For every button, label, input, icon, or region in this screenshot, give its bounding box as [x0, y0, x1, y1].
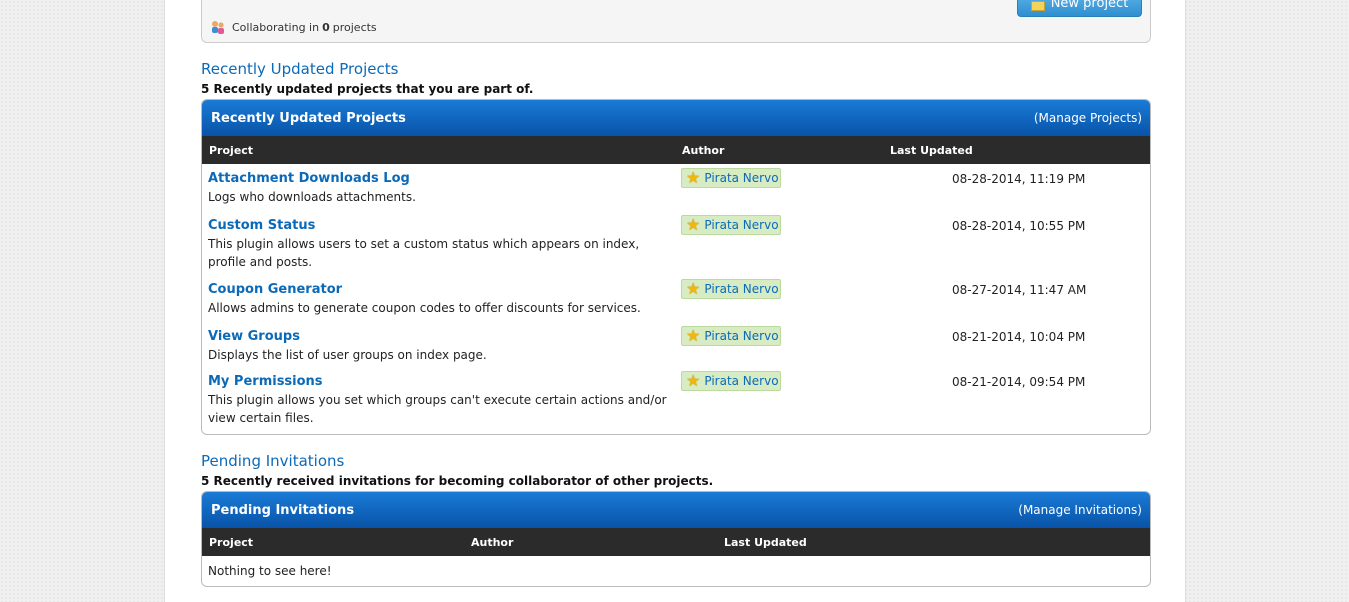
last-updated: 08-28-2014, 11:19 PM — [952, 172, 1086, 186]
project-link[interactable]: My Permissions — [208, 374, 323, 389]
page-content: Collaborating in 0 projects New project … — [164, 0, 1186, 602]
author-badge[interactable]: ★ Pirata Nervo — [681, 279, 781, 299]
project-description: Displays the list of user groups on inde… — [208, 348, 487, 362]
table-row: Attachment Downloads Log Logs who downlo… — [202, 164, 1150, 211]
pending-table-title: Pending Invitations — [211, 502, 355, 518]
author-badge[interactable]: ★ Pirata Nervo — [681, 215, 781, 235]
project-description: This plugin allows you set which groups … — [208, 393, 667, 425]
col-project: Project — [209, 144, 254, 157]
project-link[interactable]: Coupon Generator — [208, 282, 342, 297]
pending-section-subtitle: 5 Recently received invitations for beco… — [201, 474, 714, 488]
col-author: Author — [682, 144, 725, 157]
last-updated: 08-27-2014, 11:47 AM — [952, 283, 1087, 297]
recent-table-title: Recently Updated Projects — [211, 110, 406, 126]
star-icon: ★ — [686, 215, 701, 234]
star-icon: ★ — [686, 279, 701, 298]
project-link[interactable]: Attachment Downloads Log — [208, 171, 410, 186]
table-row: Coupon Generator Allows admins to genera… — [202, 275, 1150, 322]
collaboration-summary: Collaborating in 0 projects New project — [201, 0, 1151, 43]
author-name: Pirata Nervo — [704, 282, 779, 296]
table-row: My Permissions This plugin allows you se… — [202, 368, 1150, 432]
pending-invitations-table: Pending Invitations (Manage Invitations)… — [201, 491, 1151, 587]
pending-column-headers: Project Author Last Updated — [202, 528, 1150, 556]
pencil-icon — [1030, 1, 1045, 11]
new-project-button[interactable]: New project — [1017, 0, 1142, 17]
collaborating-count: 0 — [322, 20, 330, 34]
author-badge[interactable]: ★ Pirata Nervo — [681, 371, 781, 391]
project-link[interactable]: Custom Status — [208, 218, 315, 233]
star-icon: ★ — [686, 371, 701, 390]
project-description: Logs who downloads attachments. — [208, 190, 416, 204]
author-name: Pirata Nervo — [704, 374, 779, 388]
new-project-label: New project — [1050, 0, 1129, 11]
recent-section-subtitle: 5 Recently updated projects that you are… — [201, 82, 534, 96]
users-icon — [210, 19, 226, 35]
author-badge[interactable]: ★ Pirata Nervo — [681, 326, 781, 346]
col-last-updated: Last Updated — [724, 536, 807, 549]
col-last-updated: Last Updated — [890, 144, 973, 157]
author-name: Pirata Nervo — [704, 171, 779, 185]
last-updated: 08-28-2014, 10:55 PM — [952, 219, 1086, 233]
star-icon: ★ — [686, 326, 701, 345]
manage-invitations-link[interactable]: (Manage Invitations) — [1018, 503, 1142, 517]
pending-section-title: Pending Invitations — [201, 452, 345, 470]
author-name: Pirata Nervo — [704, 329, 779, 343]
col-project: Project — [209, 536, 254, 549]
author-name: Pirata Nervo — [704, 218, 779, 232]
recent-projects-table: Recently Updated Projects (Manage Projec… — [201, 99, 1151, 435]
recent-section-title: Recently Updated Projects — [201, 60, 399, 78]
collaboration-line: Collaborating in 0 projects — [210, 19, 377, 35]
recent-table-header: Recently Updated Projects (Manage Projec… — [202, 100, 1150, 136]
last-updated: 08-21-2014, 09:54 PM — [952, 375, 1086, 389]
collaborating-prefix: Collaborating in — [232, 20, 320, 34]
empty-message: Nothing to see here! — [208, 564, 332, 578]
project-description: Allows admins to generate coupon codes t… — [208, 301, 641, 315]
manage-projects-link[interactable]: (Manage Projects) — [1034, 111, 1142, 125]
col-author: Author — [471, 536, 514, 549]
project-description: This plugin allows users to set a custom… — [208, 237, 640, 269]
recent-column-headers: Project Author Last Updated — [202, 136, 1150, 164]
pending-table-header: Pending Invitations (Manage Invitations) — [202, 492, 1150, 528]
project-link[interactable]: View Groups — [208, 329, 300, 344]
table-row: View Groups Displays the list of user gr… — [202, 322, 1150, 368]
author-badge[interactable]: ★ Pirata Nervo — [681, 168, 781, 188]
table-row: Custom Status This plugin allows users t… — [202, 211, 1150, 275]
last-updated: 08-21-2014, 10:04 PM — [952, 330, 1086, 344]
collaborating-suffix: projects — [332, 20, 377, 34]
star-icon: ★ — [686, 168, 701, 187]
